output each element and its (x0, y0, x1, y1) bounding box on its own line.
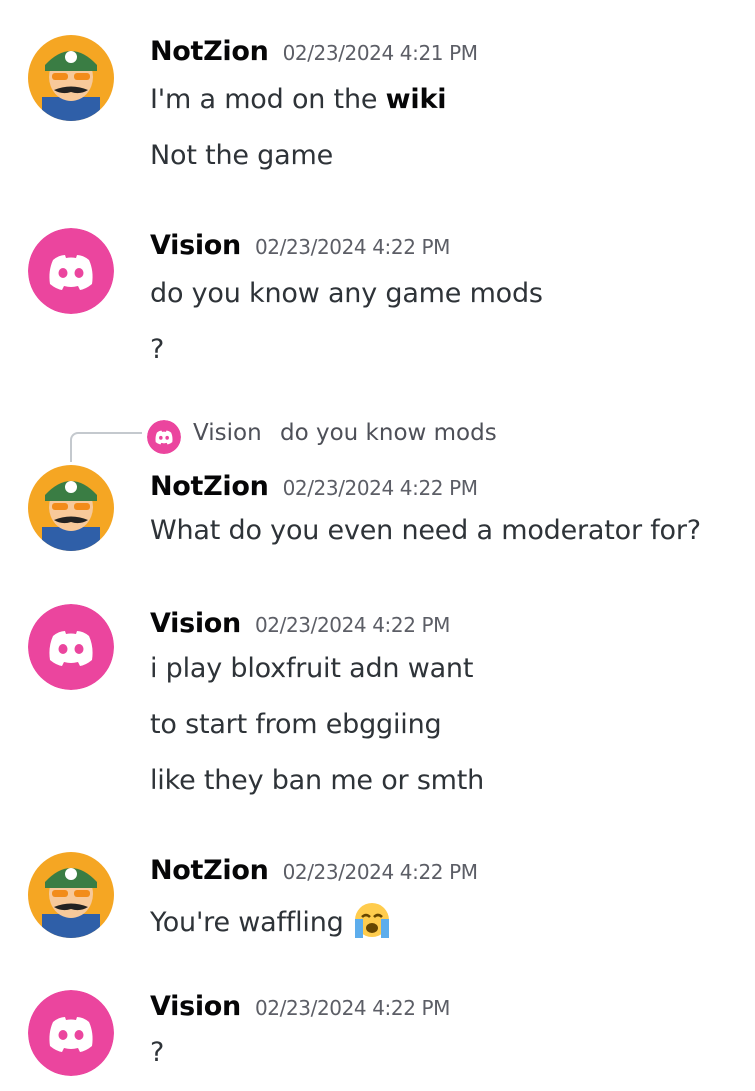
reply-author[interactable]: Vision (193, 420, 262, 446)
discord-logo-icon (147, 420, 181, 454)
message-text: I'm a mod on the wiki (150, 84, 447, 115)
username[interactable]: Vision (150, 230, 241, 261)
avatar[interactable] (28, 465, 114, 551)
message-text: Not the game (150, 140, 333, 171)
timestamp[interactable]: 02/23/2024 4:22 PM (283, 860, 478, 884)
luigi-avatar-icon (28, 35, 114, 121)
username[interactable]: Vision (150, 991, 241, 1022)
message-text: ? (150, 334, 165, 365)
username[interactable]: Vision (150, 608, 241, 639)
message-text: You're waffling (150, 900, 394, 947)
avatar[interactable] (28, 35, 114, 121)
avatar[interactable] (28, 990, 114, 1076)
loudly-crying-face-icon (350, 900, 394, 947)
discord-logo-icon (28, 990, 114, 1076)
timestamp[interactable]: 02/23/2024 4:22 PM (283, 476, 478, 500)
message-text: What do you even need a moderator for? (150, 515, 701, 546)
bold-text: wiki (385, 84, 447, 115)
username[interactable]: NotZion (150, 471, 269, 502)
discord-logo-icon (28, 228, 114, 314)
reply-spine (70, 432, 142, 462)
timestamp[interactable]: 02/23/2024 4:22 PM (255, 235, 450, 259)
reply-avatar[interactable] (147, 420, 181, 454)
message-text: to start from ebggiing (150, 709, 442, 740)
message-text: ? (150, 1037, 165, 1068)
avatar[interactable] (28, 604, 114, 690)
username[interactable]: NotZion (150, 855, 269, 886)
timestamp[interactable]: 02/23/2024 4:21 PM (283, 41, 478, 65)
message-text: i play bloxfruit adn want (150, 653, 474, 684)
luigi-avatar-icon (28, 465, 114, 551)
timestamp[interactable]: 02/23/2024 4:22 PM (255, 613, 450, 637)
message-text: like they ban me or smth (150, 765, 485, 796)
message-text: do you know any game mods (150, 278, 543, 309)
timestamp[interactable]: 02/23/2024 4:22 PM (255, 996, 450, 1020)
username[interactable]: NotZion (150, 36, 269, 67)
avatar[interactable] (28, 852, 114, 938)
avatar[interactable] (28, 228, 114, 314)
reply-preview[interactable]: do you know mods (280, 420, 497, 446)
luigi-avatar-icon (28, 852, 114, 938)
discord-logo-icon (28, 604, 114, 690)
